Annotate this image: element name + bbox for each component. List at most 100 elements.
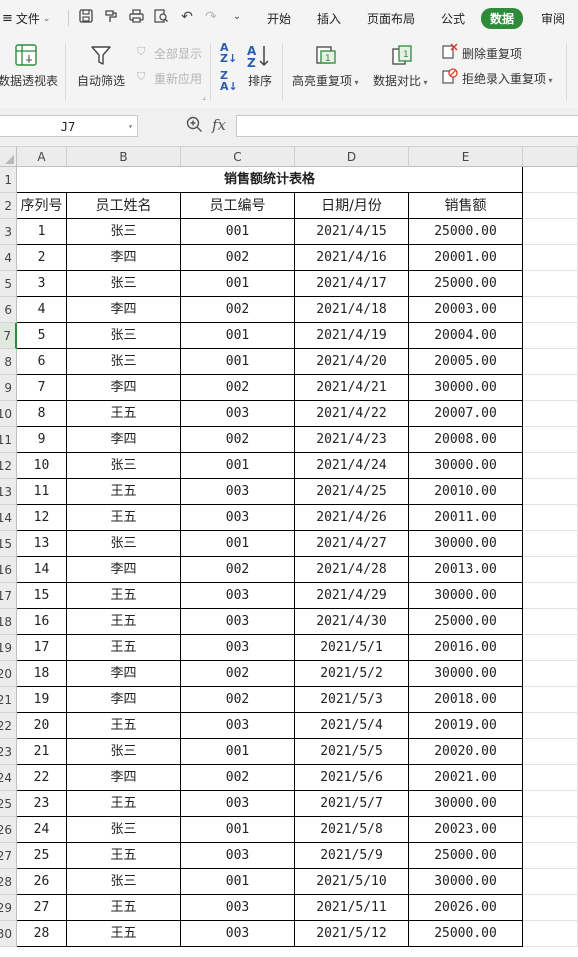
table-cell[interactable]: 王五: [67, 843, 181, 869]
row-header[interactable]: 7: [0, 323, 17, 349]
table-cell[interactable]: 20011.00: [409, 505, 523, 531]
cell[interactable]: [523, 869, 578, 895]
reject-duplicates-button[interactable]: 拒绝录入重复项 ▾: [462, 70, 553, 87]
table-cell[interactable]: 25000.00: [409, 609, 523, 635]
table-cell[interactable]: 1: [17, 219, 67, 245]
table-cell[interactable]: 李四: [67, 375, 181, 401]
cell[interactable]: [523, 427, 578, 453]
table-title[interactable]: 销售额统计表格: [17, 167, 523, 193]
table-cell[interactable]: 2021/5/11: [295, 895, 409, 921]
table-cell[interactable]: 李四: [67, 297, 181, 323]
table-cell[interactable]: 30000.00: [409, 453, 523, 479]
table-cell[interactable]: 14: [17, 557, 67, 583]
table-cell[interactable]: 23: [17, 791, 67, 817]
table-cell[interactable]: 2021/4/26: [295, 505, 409, 531]
table-cell[interactable]: 20018.00: [409, 687, 523, 713]
table-cell[interactable]: 2021/4/25: [295, 479, 409, 505]
tab-home[interactable]: 开始: [267, 10, 291, 27]
table-cell[interactable]: 003: [181, 791, 295, 817]
table-cell[interactable]: 2021/4/19: [295, 323, 409, 349]
row-header[interactable]: 9: [0, 375, 17, 401]
table-cell[interactable]: 002: [181, 557, 295, 583]
table-cell[interactable]: 李四: [67, 245, 181, 271]
table-cell[interactable]: 30000.00: [409, 375, 523, 401]
table-cell[interactable]: 003: [181, 635, 295, 661]
table-cell[interactable]: 2021/5/1: [295, 635, 409, 661]
cell[interactable]: [523, 401, 578, 427]
table-cell[interactable]: 20020.00: [409, 739, 523, 765]
row-header[interactable]: 19: [0, 635, 17, 661]
sort-button[interactable]: 排序: [248, 72, 272, 89]
row-header[interactable]: 28: [0, 869, 17, 895]
table-cell[interactable]: 李四: [67, 427, 181, 453]
table-cell[interactable]: 20019.00: [409, 713, 523, 739]
cell[interactable]: [523, 635, 578, 661]
tab-review[interactable]: 审阅: [541, 10, 565, 27]
cell[interactable]: [523, 609, 578, 635]
table-cell[interactable]: 2021/4/23: [295, 427, 409, 453]
cell[interactable]: [523, 687, 578, 713]
cell[interactable]: [523, 323, 578, 349]
cell[interactable]: [523, 219, 578, 245]
cell[interactable]: [523, 271, 578, 297]
table-cell[interactable]: 15: [17, 583, 67, 609]
table-cell[interactable]: 李四: [67, 661, 181, 687]
table-cell[interactable]: 李四: [67, 765, 181, 791]
table-cell[interactable]: 001: [181, 869, 295, 895]
cell[interactable]: [523, 375, 578, 401]
table-cell[interactable]: 001: [181, 531, 295, 557]
table-cell[interactable]: 9: [17, 427, 67, 453]
table-cell[interactable]: 2021/4/20: [295, 349, 409, 375]
name-box[interactable]: J7 ▾: [0, 115, 138, 137]
table-cell[interactable]: 26: [17, 869, 67, 895]
table-cell[interactable]: 张三: [67, 323, 181, 349]
table-cell[interactable]: 25000.00: [409, 219, 523, 245]
chevron-down-icon[interactable]: ⌄: [229, 9, 245, 25]
redo-icon[interactable]: ↷: [203, 9, 219, 25]
sort-ascending-icon[interactable]: A Z↓: [220, 42, 237, 64]
table-cell[interactable]: 28: [17, 921, 67, 947]
table-cell[interactable]: 2021/5/6: [295, 765, 409, 791]
table-cell[interactable]: 20008.00: [409, 427, 523, 453]
table-cell[interactable]: 20026.00: [409, 895, 523, 921]
column-title[interactable]: 序列号: [17, 193, 67, 219]
table-cell[interactable]: 30000.00: [409, 531, 523, 557]
remove-duplicates-button[interactable]: 删除重复项: [462, 45, 522, 62]
cell[interactable]: [523, 479, 578, 505]
row-header[interactable]: 8: [0, 349, 17, 375]
table-cell[interactable]: 4: [17, 297, 67, 323]
cell[interactable]: [523, 895, 578, 921]
cell[interactable]: [523, 713, 578, 739]
column-header[interactable]: A: [17, 147, 67, 167]
table-cell[interactable]: 6: [17, 349, 67, 375]
table-cell[interactable]: 25: [17, 843, 67, 869]
zoom-icon[interactable]: [186, 116, 203, 137]
row-header[interactable]: 24: [0, 765, 17, 791]
table-cell[interactable]: 张三: [67, 531, 181, 557]
cell[interactable]: [523, 245, 578, 271]
row-header[interactable]: 11: [0, 427, 17, 453]
table-cell[interactable]: 李四: [67, 687, 181, 713]
row-header[interactable]: 1: [0, 167, 17, 193]
table-cell[interactable]: 003: [181, 479, 295, 505]
column-title[interactable]: 员工姓名: [67, 193, 181, 219]
table-cell[interactable]: 30000.00: [409, 791, 523, 817]
table-cell[interactable]: 002: [181, 687, 295, 713]
table-cell[interactable]: 8: [17, 401, 67, 427]
table-cell[interactable]: 21: [17, 739, 67, 765]
table-cell[interactable]: 001: [181, 817, 295, 843]
table-cell[interactable]: 12: [17, 505, 67, 531]
row-header[interactable]: 20: [0, 661, 17, 687]
cell[interactable]: [523, 583, 578, 609]
table-cell[interactable]: 16: [17, 609, 67, 635]
row-header[interactable]: 27: [0, 843, 17, 869]
table-cell[interactable]: 王五: [67, 609, 181, 635]
table-cell[interactable]: 张三: [67, 349, 181, 375]
data-compare-button[interactable]: 数据对比 ▾: [373, 72, 428, 89]
sort-descending-icon[interactable]: Z A↓: [220, 70, 238, 92]
table-cell[interactable]: 30000.00: [409, 583, 523, 609]
table-cell[interactable]: 003: [181, 583, 295, 609]
table-cell[interactable]: 20023.00: [409, 817, 523, 843]
cell[interactable]: [523, 531, 578, 557]
table-cell[interactable]: 2021/4/18: [295, 297, 409, 323]
